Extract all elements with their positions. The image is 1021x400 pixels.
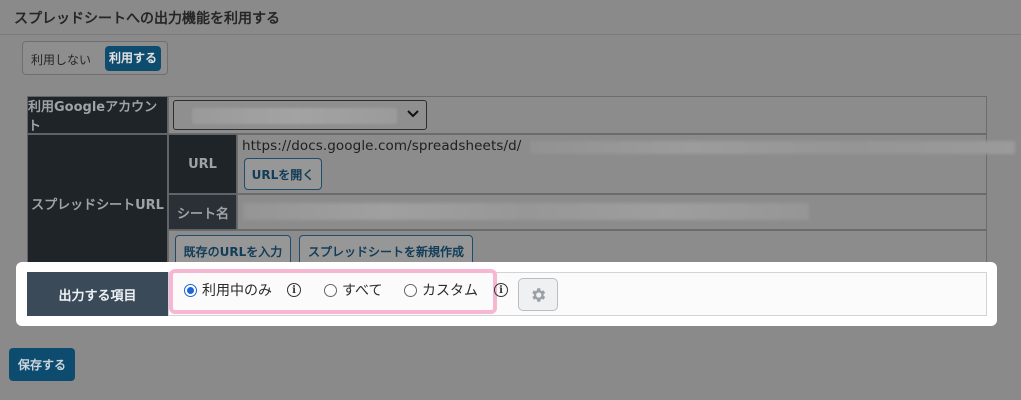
account-label: 利用Googleアカウント	[27, 96, 168, 134]
output-items-label: 出力する項目	[27, 272, 168, 316]
url-sub-label: URL	[168, 134, 237, 194]
gear-icon	[532, 287, 546, 302]
url-sub-label-text: URL	[188, 156, 217, 172]
open-url-button[interactable]: URLを開く	[244, 158, 322, 190]
info-icon[interactable]: i	[287, 283, 301, 297]
radio-option-custom[interactable]: カスタム	[404, 280, 478, 300]
section-title: スプレッドシートへの出力機能を利用する	[14, 11, 280, 27]
url-redacted	[530, 141, 1015, 154]
spreadsheet-url-value[interactable]: https://docs.google.com/spreadsheets/d/	[242, 138, 521, 154]
radio-option-in-use[interactable]: 利用中のみ	[184, 280, 272, 300]
radio-in-use[interactable]	[184, 283, 197, 297]
custom-info-icon[interactable]: i	[494, 283, 508, 297]
spreadsheet-url-label-text: スプレッドシートURL	[31, 197, 164, 213]
toggle-off-option[interactable]: 利用しない	[31, 51, 91, 68]
radio-option-all[interactable]: すべて	[324, 280, 382, 300]
spreadsheet-url-label: スプレッドシートURL	[27, 134, 168, 272]
account-label-text: 利用Googleアカウント	[28, 100, 158, 134]
account-selected-value	[192, 108, 397, 124]
custom-settings-button[interactable]	[518, 278, 558, 311]
save-button[interactable]: 保存する	[9, 348, 75, 381]
create-new-spreadsheet-label: スプレッドシートを新規作成	[307, 244, 464, 259]
sheet-name-value	[243, 203, 809, 220]
usage-toggle: 利用しない 利用する	[22, 41, 168, 75]
enter-existing-url-label: 既存のURLを入力	[183, 244, 283, 259]
radio-custom-label[interactable]: カスタム	[422, 280, 478, 300]
sheet-name-label-text: シート名	[177, 206, 230, 222]
radio-in-use-label[interactable]: 利用中のみ	[202, 280, 272, 300]
save-button-label: 保存する	[17, 358, 66, 372]
account-select[interactable]	[173, 100, 427, 130]
toggle-on-option[interactable]: 利用する	[105, 46, 161, 71]
radio-all[interactable]	[324, 283, 337, 297]
sheet-name-sub-label: シート名	[168, 194, 237, 230]
open-url-button-label: URLを開く	[251, 167, 315, 182]
chevron-down-icon	[407, 110, 419, 118]
radio-all-label[interactable]: すべて	[342, 280, 382, 300]
title-divider	[0, 34, 1021, 35]
output-items-label-text: 出力する項目	[58, 288, 137, 304]
radio-custom[interactable]	[404, 283, 417, 297]
